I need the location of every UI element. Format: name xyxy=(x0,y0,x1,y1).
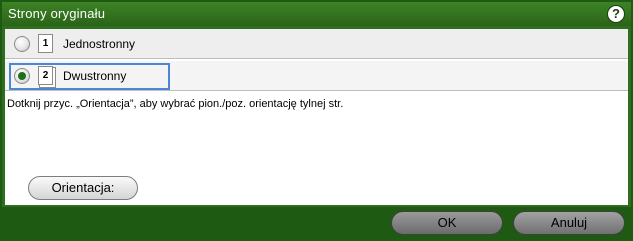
radio-single-sided[interactable] xyxy=(14,36,30,52)
option-row-single-sided[interactable]: 1 Jednostronny xyxy=(5,29,628,59)
instruction-text: Dotknij przyc. „Orientacja”, aby wybrać … xyxy=(7,98,344,110)
help-icon[interactable]: ? xyxy=(607,5,625,23)
option-label-single-sided: Jednostronny xyxy=(63,37,136,51)
page-icon: 1 xyxy=(38,34,53,53)
option-row-double-sided[interactable]: 2 Dwustronny xyxy=(5,61,628,91)
orientation-button[interactable]: Orientacja: xyxy=(28,176,138,200)
cancel-button[interactable]: Anuluj xyxy=(513,211,625,235)
content-panel: 1 Jednostronny 2 Dwustronny Dotknij przy… xyxy=(5,29,628,205)
ok-button[interactable]: OK xyxy=(391,211,503,235)
selection-outline xyxy=(9,63,170,90)
title-bar: Strony oryginału ? xyxy=(2,2,631,26)
dialog-title: Strony oryginału xyxy=(8,6,106,21)
